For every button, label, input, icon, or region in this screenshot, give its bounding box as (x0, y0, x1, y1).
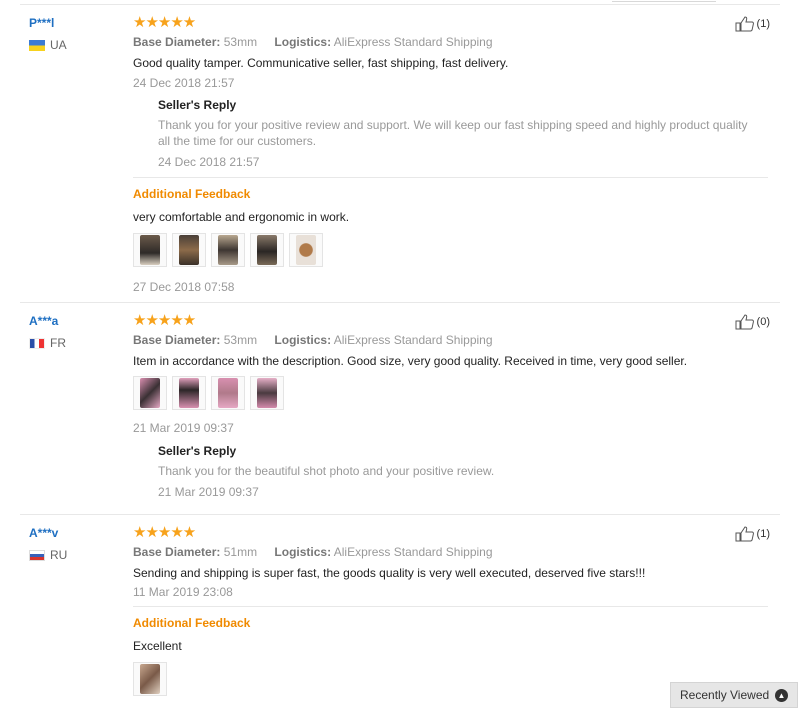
attr-label: Base Diameter: (133, 545, 221, 559)
attr-value: AliExpress Standard Shipping (333, 35, 493, 49)
review-attributes: Base Diameter: 51mm Logistics: AliExpres… (133, 545, 493, 559)
seller-reply-title: Seller's Reply (158, 98, 237, 112)
thumbs-up-icon (735, 314, 754, 330)
helpful-count: (1) (756, 18, 770, 30)
helpful-count: (0) (756, 316, 770, 328)
attr-label: Base Diameter: (133, 333, 221, 347)
additional-feedback-text: very comfortable and ergonomic in work. (133, 210, 350, 224)
additional-feedback-date: 27 Dec 2018 07:58 (133, 280, 235, 294)
review-inner-divider (133, 606, 768, 607)
country-code: FR (50, 336, 66, 350)
photo-thumbnails (133, 662, 172, 696)
seller-reply-text: Thank you for your positive review and s… (158, 118, 748, 148)
photo-thumbnail[interactable] (211, 233, 245, 267)
photo-thumbnail[interactable] (289, 233, 323, 267)
flag-icon (29, 337, 45, 349)
flag-icon (29, 549, 45, 561)
rating-stars: ★★★★★ (133, 312, 196, 329)
thumbs-up-icon (735, 16, 754, 32)
additional-feedback-label: Additional Feedback (133, 616, 251, 630)
helpful-button[interactable]: (1) (735, 526, 770, 542)
reviewer-country: UA (29, 38, 67, 52)
seller-reply-date: 21 Mar 2019 09:37 (158, 485, 259, 499)
additional-feedback-label: Additional Feedback (133, 187, 251, 201)
attr-value: AliExpress Standard Shipping (333, 333, 493, 347)
helpful-button[interactable]: (1) (735, 16, 770, 32)
attr-label: Logistics: (274, 545, 332, 559)
attr-value: 53mm (223, 35, 258, 49)
seller-reply-text: Thank you for the beautiful shot photo a… (158, 464, 495, 478)
reviewer-name[interactable]: P***l (29, 16, 54, 30)
attr-value: AliExpress Standard Shipping (333, 545, 493, 559)
recently-viewed-button[interactable]: Recently Viewed ▲ (670, 682, 798, 708)
photo-thumbnail[interactable] (133, 376, 167, 410)
helpful-button[interactable]: (0) (735, 314, 770, 330)
pagination-edge (612, 0, 716, 2)
review-date: 11 Mar 2019 23:08 (133, 585, 233, 599)
reviewer-name[interactable]: A***v (29, 526, 58, 540)
helpful-count: (1) (756, 528, 770, 540)
chevron-up-icon: ▲ (775, 689, 788, 702)
review-divider (20, 514, 780, 515)
photo-thumbnail[interactable] (211, 376, 245, 410)
attr-label: Logistics: (274, 333, 332, 347)
attr-label: Logistics: (274, 35, 332, 49)
reviewer-country: FR (29, 336, 66, 350)
photo-thumbnail[interactable] (172, 376, 206, 410)
rating-stars: ★★★★★ (133, 14, 196, 31)
review-attributes: Base Diameter: 53mm Logistics: AliExpres… (133, 35, 493, 49)
photo-thumbnails (133, 233, 328, 267)
photo-thumbnail[interactable] (172, 233, 206, 267)
review-text: Sending and shipping is super fast, the … (133, 566, 646, 580)
reviewer-country: RU (29, 548, 67, 562)
review-divider (20, 302, 780, 303)
photo-thumbnail[interactable] (250, 233, 284, 267)
rating-stars: ★★★★★ (133, 524, 196, 541)
country-code: RU (50, 548, 68, 562)
review-text: Good quality tamper. Communicative selle… (133, 56, 509, 70)
photo-thumbnail[interactable] (133, 662, 167, 696)
thumbs-up-icon (735, 526, 754, 542)
review-date: 21 Mar 2019 09:37 (133, 421, 234, 435)
reviewer-name[interactable]: A***a (29, 314, 58, 328)
flag-icon (29, 39, 45, 51)
attr-label: Base Diameter: (133, 35, 221, 49)
top-divider (20, 4, 780, 5)
photo-thumbnails (133, 376, 289, 410)
photo-thumbnail[interactable] (250, 376, 284, 410)
review-date: 24 Dec 2018 21:57 (133, 76, 235, 90)
reply-divider (133, 177, 768, 178)
attr-value: 51mm (223, 545, 258, 559)
review-attributes: Base Diameter: 53mm Logistics: AliExpres… (133, 333, 493, 347)
attr-value: 53mm (223, 333, 258, 347)
country-code: UA (50, 38, 67, 52)
review-text: Item in accordance with the description.… (133, 354, 688, 368)
seller-reply-title: Seller's Reply (158, 444, 237, 458)
recently-viewed-label: Recently Viewed (680, 688, 770, 702)
seller-reply-date: 24 Dec 2018 21:57 (158, 155, 260, 169)
photo-thumbnail[interactable] (133, 233, 167, 267)
additional-feedback-text: Excellent (133, 639, 182, 653)
